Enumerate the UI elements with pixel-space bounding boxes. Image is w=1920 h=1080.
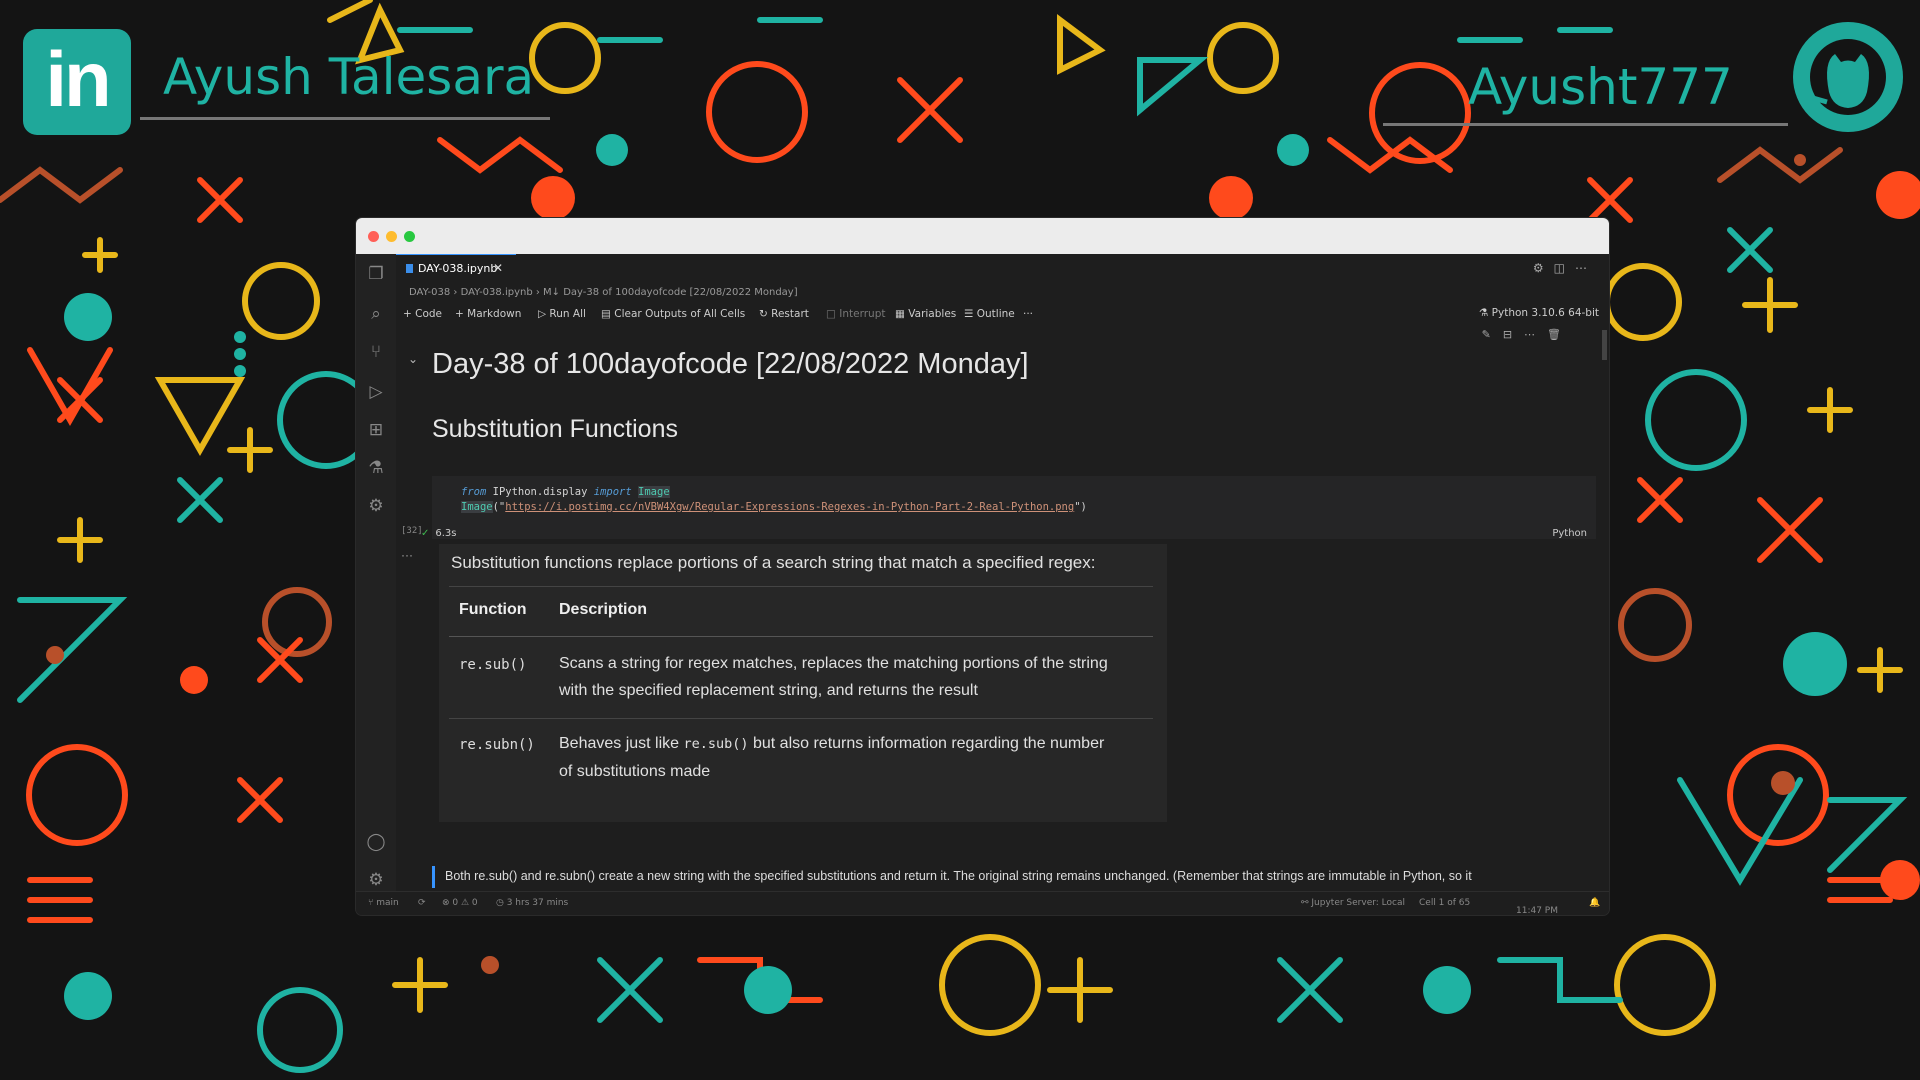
tab-close-icon[interactable]: ✕ bbox=[493, 261, 503, 275]
image-url-link[interactable]: https://i.postimg.cc/nVBW4Xgw/Regular-Ex… bbox=[505, 501, 1074, 513]
problems-indicator[interactable]: ⊗ 0 ⚠ 0 bbox=[442, 898, 478, 908]
table-header-description: Description bbox=[559, 601, 648, 618]
cell-output: Substitution functions replace portions … bbox=[439, 544, 1167, 822]
status-bar: ⑂ main ⟳ ⊗ 0 ⚠ 0 ◷ 3 hrs 37 mins ⚯ Jupyt… bbox=[356, 891, 1609, 915]
cell-position[interactable]: Cell 1 of 65 bbox=[1419, 898, 1470, 908]
testing-icon[interactable]: ⚗ bbox=[366, 458, 386, 478]
run-debug-icon[interactable]: ▷ bbox=[366, 382, 386, 402]
kernel-picker[interactable]: ⚗ Python 3.10.6 64-bit bbox=[1479, 307, 1599, 319]
table-header-function: Function bbox=[459, 601, 527, 618]
scrollbar[interactable] bbox=[1602, 330, 1607, 360]
explorer-icon[interactable]: ❐ bbox=[366, 264, 386, 284]
github-icon[interactable] bbox=[1793, 22, 1903, 132]
check-icon: ✓ bbox=[421, 528, 430, 539]
more-actions-icon[interactable]: ⋯ bbox=[1575, 261, 1597, 275]
minimize-window-dot[interactable] bbox=[386, 231, 397, 242]
editor-actions: ⚙◫⋯ bbox=[1533, 261, 1597, 275]
function-description: Behaves just like re.sub() but also retu… bbox=[559, 735, 1105, 780]
search-icon[interactable]: ⌕ bbox=[366, 304, 386, 324]
restart-button[interactable]: ↻ Restart bbox=[759, 308, 809, 320]
account-icon[interactable]: ◯ bbox=[366, 832, 386, 852]
variables-button[interactable]: ▦ Variables bbox=[895, 308, 956, 320]
python-icon[interactable]: ⚙ bbox=[366, 496, 386, 516]
notifications-icon[interactable]: 🔔 bbox=[1589, 898, 1600, 908]
settings-gear-icon[interactable]: ⚙ bbox=[366, 870, 386, 890]
clock: 11:47 PM bbox=[1516, 906, 1558, 915]
split-editor-icon[interactable]: ◫ bbox=[1554, 261, 1575, 275]
notebook-heading: Day-38 of 100dayofcode [22/08/2022 Monda… bbox=[432, 348, 1029, 380]
left-name-underline bbox=[140, 117, 550, 120]
tab-day-038-ipynb[interactable]: DAY-038.ipynb ✕ bbox=[396, 254, 516, 282]
add-code-cell-button[interactable]: + Code bbox=[403, 308, 442, 320]
tab-label: DAY-038.ipynb bbox=[418, 262, 498, 275]
outline-button[interactable]: ☰ Outline bbox=[964, 308, 1015, 320]
section-heading: Substitution Functions bbox=[432, 415, 678, 443]
add-markdown-cell-button[interactable]: + Markdown bbox=[455, 308, 521, 320]
close-window-dot[interactable] bbox=[368, 231, 379, 242]
notebook-content: ⌄ Day-38 of 100dayofcode [22/08/2022 Mon… bbox=[396, 330, 1601, 891]
function-description: Scans a string for regex matches, replac… bbox=[559, 655, 1108, 699]
linkedin-icon[interactable]: in bbox=[23, 29, 131, 135]
run-all-button[interactable]: ▷ Run All bbox=[538, 308, 586, 320]
vscode-window: ❐ ⌕ ⑂ ▷ ⊞ ⚗ ⚙ ◯ ⚙ DAY-038.ipynb ✕ ⚙◫⋯ DA… bbox=[356, 218, 1609, 915]
execution-status: ✓ 6.3s bbox=[421, 528, 457, 539]
linkedin-logo-text: in bbox=[45, 34, 111, 123]
gear-icon[interactable]: ⚙ bbox=[1533, 261, 1554, 275]
notebook-toolbar: + Code + Markdown ▷ Run All ▤ Clear Outp… bbox=[403, 305, 1609, 325]
activity-bar: ❐ ⌕ ⑂ ▷ ⊞ ⚗ ⚙ ◯ ⚙ bbox=[356, 254, 396, 891]
linkedin-name: Ayush Talesara bbox=[163, 48, 535, 106]
markdown-cell[interactable]: Both re.sub() and re.subn() create a new… bbox=[432, 866, 1596, 888]
table-divider bbox=[449, 718, 1153, 719]
function-name: re.subn() bbox=[459, 737, 535, 753]
breadcrumb[interactable]: DAY-038 › DAY-038.ipynb › M↓ Day-38 of 1… bbox=[409, 287, 798, 298]
right-name-underline bbox=[1383, 123, 1788, 126]
execution-count: [32] bbox=[401, 526, 423, 536]
clear-outputs-button[interactable]: ▤ Clear Outputs of All Cells bbox=[601, 308, 745, 320]
kernel-label: Python 3.10.6 64-bit bbox=[1491, 307, 1599, 319]
github-username: Ayusht777 bbox=[1468, 58, 1733, 116]
maximize-window-dot[interactable] bbox=[404, 231, 415, 242]
branch-indicator[interactable]: ⑂ main bbox=[368, 898, 399, 908]
sync-icon[interactable]: ⟳ bbox=[418, 898, 426, 908]
source-control-icon[interactable]: ⑂ bbox=[366, 342, 386, 362]
table-divider bbox=[449, 636, 1153, 637]
toolbar-more-button[interactable]: ··· bbox=[1023, 308, 1033, 320]
interrupt-button[interactable]: □ Interrupt bbox=[826, 308, 885, 320]
notebook-file-icon bbox=[406, 264, 413, 273]
code-line-2: Image("https://i.postimg.cc/nVBW4Xgw/Reg… bbox=[461, 501, 1087, 513]
extensions-icon[interactable]: ⊞ bbox=[366, 420, 386, 440]
table-divider bbox=[449, 586, 1153, 587]
window-titlebar bbox=[356, 218, 1609, 254]
function-name: re.sub() bbox=[459, 657, 527, 673]
cell-language[interactable]: Python bbox=[1552, 528, 1587, 539]
collapse-chevron-icon[interactable]: ⌄ bbox=[408, 352, 418, 366]
jupyter-server-status[interactable]: ⚯ Jupyter Server: Local bbox=[1301, 898, 1405, 908]
code-line-1: from IPython.display import Image bbox=[461, 486, 670, 498]
code-cell[interactable]: from IPython.display import Image Image(… bbox=[432, 476, 1596, 539]
session-timer: ◷ 3 hrs 37 mins bbox=[496, 898, 569, 908]
output-more-icon[interactable]: ··· bbox=[401, 548, 413, 562]
editor-tab-bar: DAY-038.ipynb ✕ ⚙◫⋯ bbox=[396, 254, 1609, 282]
output-intro-text: Substitution functions replace portions … bbox=[451, 553, 1096, 572]
